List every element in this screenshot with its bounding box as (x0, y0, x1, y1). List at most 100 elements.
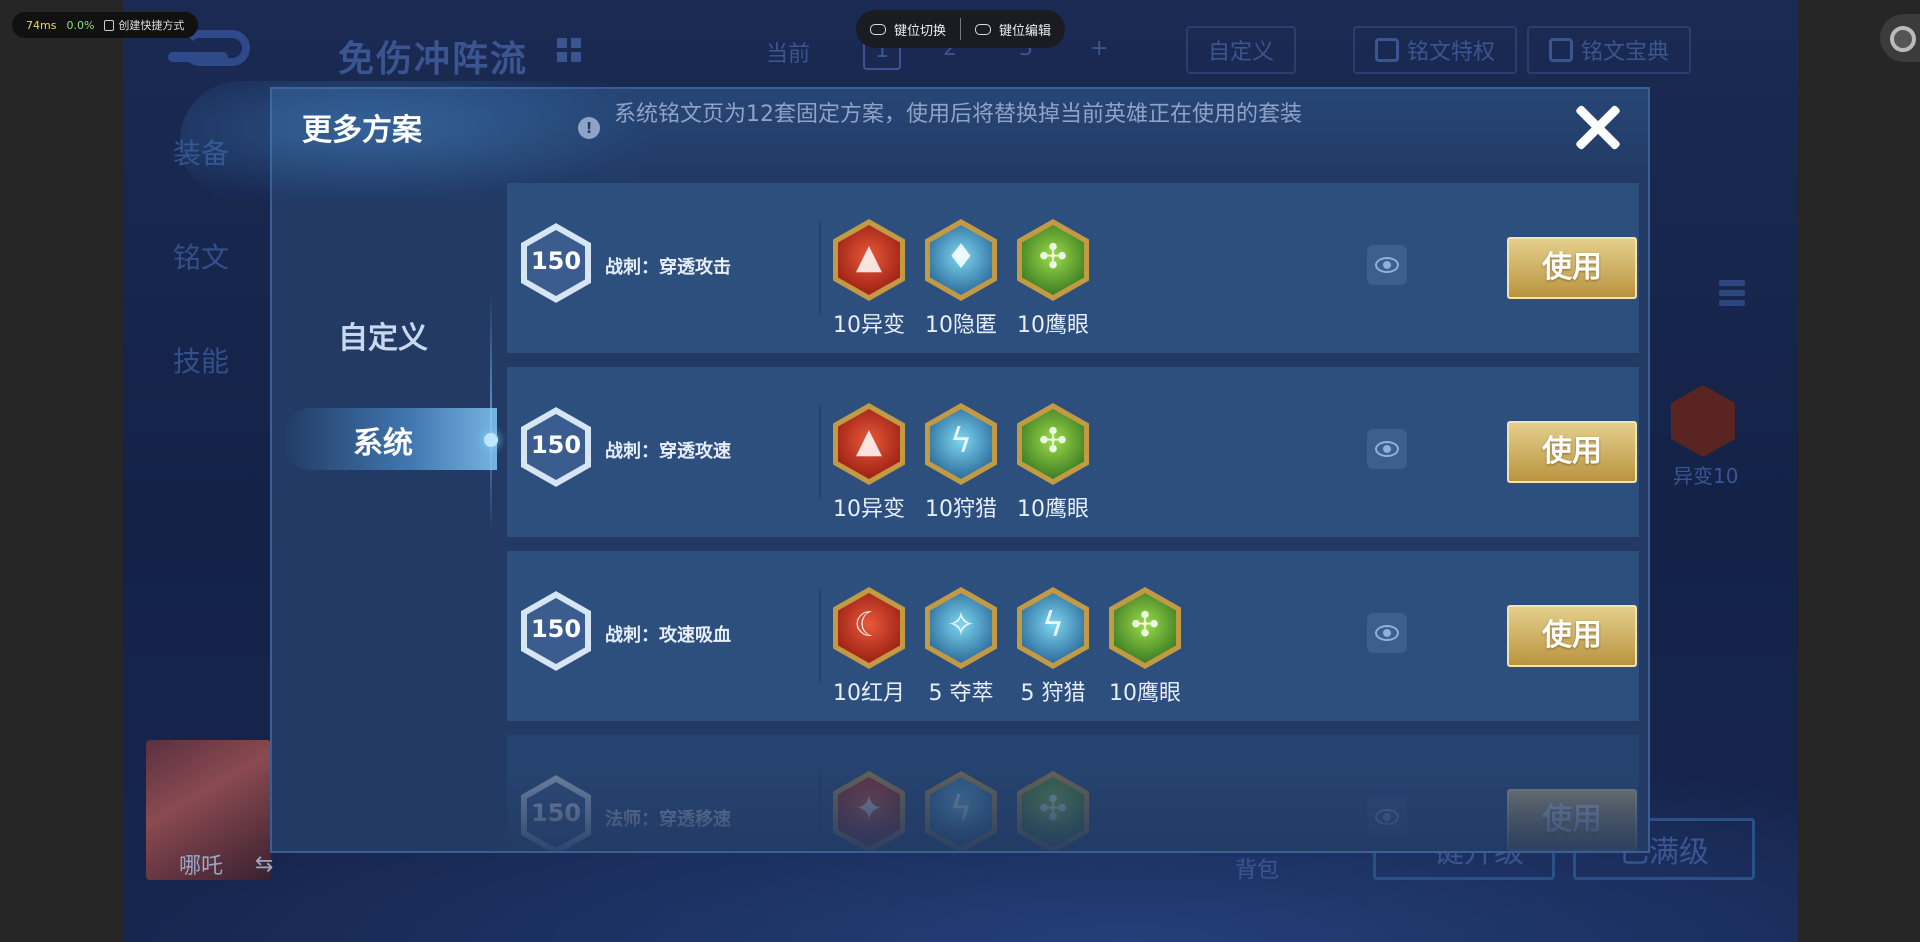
settings-button[interactable] (1880, 14, 1920, 62)
blue-rune-icon: ϟ (925, 771, 997, 851)
rune-symbol: ✧ (946, 605, 976, 645)
info-icon: ! (578, 117, 600, 139)
scheme-list[interactable]: 150 战刺：穿透攻击 ▲ 10异变 ♦ 10隐匿 ✣ 10鹰眼 使用 150 战刺：穿透攻速 ▲ 10… (507, 183, 1647, 851)
use-button[interactable]: 使用 (1507, 237, 1637, 299)
rune-item[interactable]: ϟ (915, 771, 1007, 851)
preview-button[interactable] (1367, 797, 1407, 837)
preview-button[interactable] (1367, 429, 1407, 469)
rune-item[interactable]: ✣ 10鹰眼 (1007, 403, 1099, 523)
rune-item[interactable]: ✣ 10鹰眼 (1007, 219, 1099, 339)
rune-symbol: ▲ (855, 237, 883, 277)
red-rune-icon: ▲ (833, 403, 905, 485)
close-button[interactable] (1572, 101, 1624, 153)
rune-item[interactable]: ▲ 10异变 (823, 403, 915, 523)
level-value: 150 (530, 615, 582, 643)
rune-label: 10鹰眼 (1017, 497, 1089, 522)
rune-set: ☾ 10红月 ✧ 5 夺萃 ϟ 5 狩猎 ✣ 10鹰眼 (823, 587, 1191, 707)
card-divider (819, 221, 821, 315)
rune-symbol: ♦ (945, 237, 977, 277)
blue-rune-icon: ♦ (925, 219, 997, 301)
rune-label: 5 狩猎 (1020, 681, 1086, 706)
level-value: 150 (530, 799, 582, 827)
key-edit-label: 键位编辑 (999, 23, 1052, 39)
scheme-card: 150 战刺：穿透攻速 ▲ 10异变 ϟ 10狩猎 ✣ 10鹰眼 使用 (507, 367, 1639, 537)
rune-symbol: ϟ (949, 421, 973, 461)
red-rune-icon: ▲ (833, 219, 905, 301)
rune-guide-button[interactable]: 铭文宝典 (1527, 26, 1692, 74)
rune-label: 10隐匿 (925, 313, 997, 338)
rune-guide-label: 铭文宝典 (1581, 40, 1670, 65)
notice-text: 系统铭文页为12套固定方案，使用后将替换掉当前英雄正在使用的套装 (614, 102, 1302, 127)
tab-custom[interactable]: 自定义 (272, 313, 494, 357)
rune-slot-icon[interactable] (1671, 385, 1735, 457)
key-switch-button[interactable]: 键位切换 (870, 20, 946, 39)
create-shortcut-button[interactable]: 创建快捷方式 (104, 17, 184, 33)
scheme-name: 战刺：穿透攻击 (605, 257, 731, 278)
green-rune-icon: ✣ (1017, 219, 1089, 301)
rune-label: 10狩猎 (925, 497, 997, 522)
hero-name: 哪吒 (179, 854, 224, 879)
tab-system[interactable]: 系统 (272, 418, 494, 462)
blue-rune-icon: ✧ (925, 587, 997, 669)
rune-page-title: 免伤冲阵流 (338, 39, 529, 80)
perf-indicator[interactable]: 74ms 0.0% 创建快捷方式 (12, 12, 199, 38)
latency-readout: 74ms (26, 18, 57, 32)
custom-label: 自定义 (1208, 40, 1275, 65)
rune-item[interactable]: ϟ 5 狩猎 (1007, 587, 1099, 707)
scroll-handle-icon[interactable] (1719, 280, 1745, 316)
blue-rune-icon: ϟ (925, 403, 997, 485)
key-edit-button[interactable]: 键位编辑 (975, 20, 1051, 39)
rune-symbol: ϟ (949, 789, 973, 829)
rune-privilege-label: 铭文特权 (1407, 40, 1496, 65)
rune-set: ✦ ϟ ✣ (823, 771, 1099, 851)
green-rune-icon: ✣ (1109, 587, 1181, 669)
use-button[interactable]: 使用 (1507, 421, 1637, 483)
current-tab[interactable]: 当前 (766, 36, 810, 68)
red-rune-icon: ☾ (833, 587, 905, 669)
scheme-card: 150 战刺：攻速吸血 ☾ 10红月 ✧ 5 夺萃 ϟ 5 狩猎 ✣ 10鹰眼 使用 (507, 551, 1639, 721)
swap-hero-icon[interactable]: ⇆ (255, 852, 273, 877)
dialog-title: 更多方案 (302, 113, 422, 148)
preview-button[interactable] (1367, 245, 1407, 285)
key-switch-label: 键位切换 (894, 23, 947, 39)
use-button[interactable]: 使用 (1507, 789, 1637, 851)
grid-icon[interactable] (557, 38, 581, 62)
rune-symbol: ϟ (1041, 605, 1065, 645)
rune-set: ▲ 10异变 ϟ 10狩猎 ✣ 10鹰眼 (823, 403, 1099, 523)
card-divider (819, 589, 821, 683)
preview-button[interactable] (1367, 613, 1407, 653)
rune-label: 10异变 (833, 313, 905, 338)
gear-icon (1890, 26, 1916, 52)
scheme-category-tabs: 自定义 系统 (272, 183, 498, 851)
scheme-card: 150 战刺：穿透攻击 ▲ 10异变 ♦ 10隐匿 ✣ 10鹰眼 使用 (507, 183, 1639, 353)
rune-item[interactable]: ▲ 10异变 (823, 219, 915, 339)
scheme-name: 战刺：攻速吸血 (605, 625, 731, 646)
nav-skill[interactable]: 技能 (173, 340, 229, 380)
rune-item[interactable]: ✣ (1007, 771, 1099, 851)
packet-loss-readout: 0.0% (66, 18, 95, 32)
scheme-name: 法师：穿透移速 (605, 809, 731, 830)
bag-label[interactable]: 背包 (1235, 852, 1279, 884)
nav-rune[interactable]: 铭文 (173, 236, 229, 276)
scheme-card: 150 法师：穿透移速 ✦ ϟ ✣ 使用 (507, 735, 1639, 851)
rune-privilege-button[interactable]: 铭文特权 (1353, 26, 1518, 74)
red-rune-icon: ✦ (833, 771, 905, 851)
rune-item[interactable]: ♦ 10隐匿 (915, 219, 1007, 339)
rune-label: 10鹰眼 (1109, 681, 1181, 706)
rune-label: 10鹰眼 (1017, 313, 1089, 338)
rune-symbol: ☾ (853, 605, 885, 645)
add-page-button[interactable]: + (1090, 36, 1108, 61)
use-button[interactable]: 使用 (1507, 605, 1637, 667)
rune-item[interactable]: ✧ 5 夺萃 (915, 587, 1007, 707)
rune-set: ▲ 10异变 ♦ 10隐匿 ✣ 10鹰眼 (823, 219, 1099, 339)
create-shortcut-label: 创建快捷方式 (118, 19, 185, 32)
screen: 74ms 0.0% 创建快捷方式 键位切换 键位编辑 免伤冲阵流 当前 1 2 … (0, 0, 1920, 942)
rune-item[interactable]: ϟ 10狩猎 (915, 403, 1007, 523)
level-value: 150 (530, 247, 582, 275)
rune-item[interactable]: ☾ 10红月 (823, 587, 915, 707)
rune-item[interactable]: ✦ (823, 771, 915, 851)
custom-button[interactable]: 自定义 (1186, 26, 1297, 74)
rune-item[interactable]: ✣ 10鹰眼 (1099, 587, 1191, 707)
toolbar-divider (960, 18, 962, 40)
rune-symbol: ▲ (855, 421, 883, 461)
